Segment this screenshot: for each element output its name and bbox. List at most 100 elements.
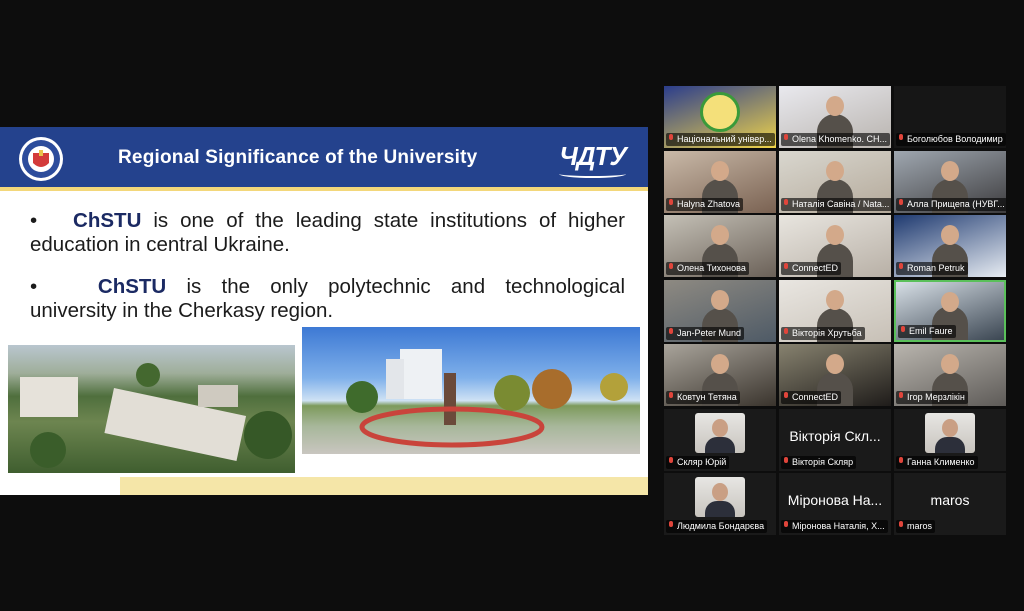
participant-name: ConnectED — [792, 392, 839, 402]
participant-tile[interactable]: maros maros — [894, 473, 1006, 535]
participant-name: Вікторія Скляр — [792, 456, 854, 467]
participant-name: Roman Petruk — [907, 263, 965, 273]
participant-name: ConnectED — [792, 263, 839, 273]
participant-tile[interactable]: Olena Khomenko. CH... — [779, 86, 891, 148]
muted-mic-icon — [668, 199, 675, 208]
participant-tile[interactable]: Jan-Peter Mund — [664, 279, 776, 342]
participant-name-label: Національний універ... — [666, 133, 775, 146]
participant-name: Наталія Савіна / Nata... — [792, 198, 890, 209]
participant-name-label: Roman Petruk — [896, 262, 968, 275]
participant-name: Алла Прищепа (НУВГ... — [907, 198, 1005, 209]
participant-name: Halyna Zhatova — [677, 198, 741, 209]
participants-gallery: Національний універ... Olena Khomenko. CH… — [664, 86, 1008, 535]
participant-tile[interactable]: Вікторія Скл... Вікторія Скляр — [779, 408, 891, 471]
participant-tile[interactable]: Ігор Мерзлікін — [894, 344, 1006, 406]
participant-name: Боголюбов Володимир — [907, 134, 1003, 144]
participant-tile[interactable]: Міронова На... Міронова Наталія, Х... — [779, 473, 891, 535]
chdtu-logo: ЧДТУ — [559, 141, 627, 178]
person-head — [826, 354, 844, 374]
participant-tile[interactable]: Emil Faure — [894, 279, 1006, 342]
person-head — [941, 354, 959, 374]
participant-name-label: Jan-Peter Mund — [666, 326, 745, 340]
participant-tile[interactable]: ConnectED — [779, 215, 891, 277]
participant-name-label: Ковтун Тетяна — [666, 391, 740, 404]
person-head — [941, 160, 959, 181]
participant-name-label: Emil Faure — [898, 324, 956, 338]
participant-name: Людмила Бондарєва — [677, 521, 765, 531]
participant-name-label: Olena Khomenko. CH... — [781, 133, 891, 146]
bullet-item: • ChSTU is one of the leading state inst… — [30, 209, 626, 256]
muted-mic-icon — [783, 392, 790, 401]
participant-name: Олена Тихонова — [677, 263, 746, 273]
participant-name: Jan-Peter Mund — [677, 327, 742, 338]
participant-name-label: Скляр Юрій — [666, 455, 730, 469]
participant-name-label: Ігор Мерзлікін — [896, 391, 968, 404]
person-head — [711, 160, 729, 181]
participant-tile[interactable]: Ковтун Тетяна — [664, 344, 776, 406]
bullet-item: • ChSTU is the only polytechnic and tech… — [30, 275, 625, 322]
participant-tile[interactable]: Скляр Юрій — [664, 408, 776, 471]
participant-photo — [695, 412, 745, 453]
participant-display-name: maros — [930, 492, 970, 508]
participant-name: Emil Faure — [909, 325, 953, 336]
participant-name-label: Олена Тихонова — [666, 262, 749, 275]
participant-tile[interactable]: Олена Тихонова — [664, 215, 776, 277]
muted-mic-icon — [783, 457, 790, 466]
university-logo-icon — [700, 92, 740, 132]
participant-name-label: Наталія Савіна / Nata... — [781, 197, 891, 211]
participant-photo — [695, 477, 745, 517]
participant-name: Скляр Юрій — [677, 456, 727, 467]
participant-tile[interactable]: Вікторія Хрутьба — [779, 279, 891, 342]
participant-name-label: Боголюбов Володимир — [896, 133, 1006, 146]
muted-mic-icon — [668, 134, 675, 143]
participant-tile[interactable]: ConnectED — [779, 344, 891, 406]
muted-mic-icon — [898, 392, 905, 401]
participant-tile[interactable]: Боголюбов Володимир — [894, 86, 1006, 148]
muted-mic-icon — [783, 134, 790, 143]
slide-title: Regional Significance of the University — [118, 147, 478, 168]
participant-name: maros — [907, 521, 933, 531]
university-crest-icon — [19, 137, 63, 181]
muted-mic-icon — [900, 326, 907, 335]
participant-name-label: Людмила Бондарєва — [666, 520, 768, 533]
participant-name: Національний універ... — [677, 134, 772, 144]
participant-tile[interactable]: Людмила Бондарєва — [664, 473, 776, 535]
participant-name: Ігор Мерзлікін — [907, 392, 965, 402]
person-head — [826, 96, 844, 116]
muted-mic-icon — [898, 263, 905, 272]
muted-mic-icon — [898, 134, 905, 143]
participant-tile[interactable]: Національний універ... — [664, 86, 776, 148]
participant-name: Міронова Наталія, Х... — [792, 521, 885, 531]
muted-mic-icon — [668, 457, 675, 466]
participant-name-label: Алла Прищепа (НУВГ... — [896, 197, 1006, 211]
participant-tile[interactable]: Halyna Zhatova — [664, 150, 776, 213]
participant-name-label: maros — [896, 520, 936, 533]
person-head — [941, 225, 959, 245]
muted-mic-icon — [668, 263, 675, 272]
participant-display-name: Вікторія Скл... — [789, 427, 881, 444]
participant-tile[interactable]: Roman Petruk — [894, 215, 1006, 277]
participant-name-label: Halyna Zhatova — [666, 197, 744, 211]
participant-name-label: ConnectED — [781, 391, 842, 404]
muted-mic-icon — [668, 328, 675, 337]
participant-tile[interactable]: Алла Прищепа (НУВГ... — [894, 150, 1006, 213]
campus-monument-photo — [302, 327, 640, 454]
person-head — [826, 225, 844, 245]
participant-tile[interactable]: Ганна Клименко — [894, 408, 1006, 471]
muted-mic-icon — [783, 263, 790, 272]
participant-name: Ковтун Тетяна — [677, 392, 737, 402]
participant-name: Ганна Клименко — [907, 456, 975, 467]
participant-name-label: Ганна Клименко — [896, 455, 978, 469]
aerial-campus-photo — [8, 345, 295, 473]
participant-name-label: Вікторія Хрутьба — [781, 326, 865, 340]
participant-name-label: Міронова Наталія, Х... — [781, 520, 888, 533]
muted-mic-icon — [898, 199, 905, 208]
muted-mic-icon — [898, 521, 905, 530]
participant-tile[interactable]: Наталія Савіна / Nata... — [779, 150, 891, 213]
person-head — [826, 160, 844, 181]
person-head — [941, 291, 959, 312]
person-head — [711, 289, 729, 310]
person-head — [826, 289, 844, 310]
participant-name-label: ConnectED — [781, 262, 842, 275]
muted-mic-icon — [668, 521, 675, 530]
